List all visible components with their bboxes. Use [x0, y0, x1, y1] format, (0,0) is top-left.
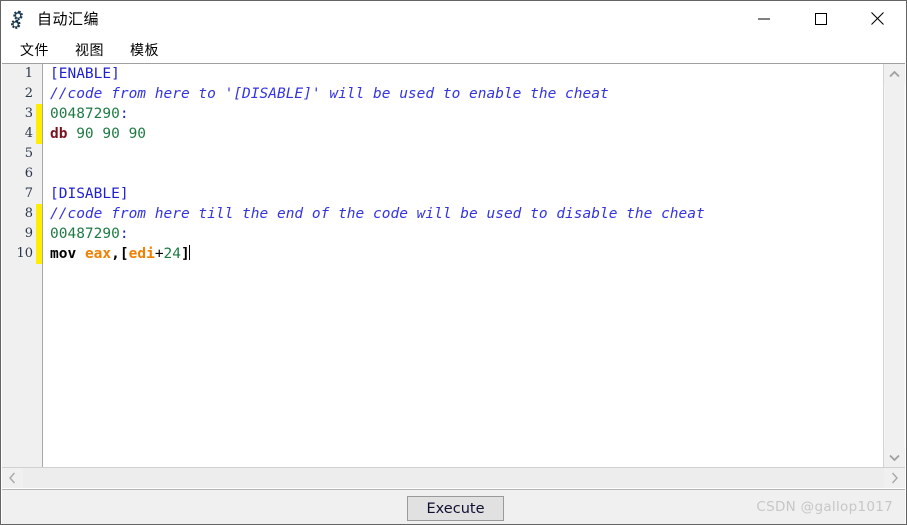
close-button[interactable]: [849, 1, 906, 36]
auto-assemble-window: 自动汇编 文件 视图 模板 1 2 3 4 5 6 7 8 9 10 [ENAB…: [0, 0, 907, 525]
line-number: 6: [24, 166, 33, 181]
cheat-engine-logo-icon: [9, 9, 29, 29]
code-line[interactable]: [50, 164, 883, 184]
code-token-colon: :: [119, 226, 129, 242]
gutter-line: 3: [2, 104, 42, 124]
minimize-icon: [757, 18, 770, 19]
code-token-num: 24: [163, 246, 182, 262]
editor-body[interactable]: 1 2 3 4 5 6 7 8 9 10 [ENABLE] //code from here to …: [2, 64, 883, 467]
gutter-line: 1: [2, 64, 42, 84]
line-number: 2: [24, 86, 33, 101]
line-modified-marker: [36, 84, 42, 104]
line-number-gutter: 1 2 3 4 5 6 7 8 9 10: [2, 64, 43, 467]
line-modified-marker: [36, 224, 42, 244]
code-line[interactable]: [ENABLE]: [50, 64, 883, 84]
gutter-line: 7: [2, 184, 42, 204]
line-number: 1: [24, 66, 33, 81]
execute-button[interactable]: Execute: [407, 496, 504, 521]
code-token-mnemonic: mov: [50, 246, 77, 262]
menu-file[interactable]: 文件: [11, 37, 58, 63]
code-token-section: [DISABLE]: [50, 186, 129, 202]
bottom-bar: Execute CSDN @gallop1017: [2, 489, 905, 524]
code-line[interactable]: //code from here till the end of the cod…: [50, 204, 883, 224]
gutter-line: 4: [2, 124, 42, 144]
line-modified-marker: [36, 244, 42, 264]
code-token-address: 00487290: [50, 226, 120, 242]
code-token-plain: +: [154, 246, 164, 262]
script-editor: 1 2 3 4 5 6 7 8 9 10 [ENABLE] //code from here to …: [2, 63, 905, 467]
code-line[interactable]: //code from here to '[DISABLE]' will be …: [50, 84, 883, 104]
code-token-reg: eax: [84, 246, 112, 262]
vertical-scroll-thumb[interactable]: [885, 84, 904, 464]
line-modified-marker: [36, 184, 42, 204]
code-line[interactable]: 00487290:: [50, 104, 883, 124]
code-line[interactable]: 00487290:: [50, 224, 883, 244]
chevron-down-icon: [889, 454, 900, 461]
code-line[interactable]: [DISABLE]: [50, 184, 883, 204]
window-controls: [735, 1, 906, 36]
maximize-button[interactable]: [792, 1, 849, 36]
code-token-reg: edi: [128, 246, 155, 262]
line-modified-marker: [36, 144, 42, 164]
code-token-address: 00487290: [50, 106, 120, 122]
line-modified-marker: [36, 124, 42, 144]
title-bar: 自动汇编: [1, 1, 906, 36]
watermark-text: CSDN @gallop1017: [756, 499, 893, 515]
code-token-section: [ENABLE]: [50, 66, 120, 82]
code-token-colon: :: [119, 106, 129, 122]
scroll-left-button[interactable]: [2, 468, 23, 488]
line-modified-marker: [36, 164, 42, 184]
line-modified-marker: [36, 104, 42, 124]
line-number: 10: [16, 246, 33, 261]
vertical-scroll-track[interactable]: [884, 84, 905, 464]
window-title: 自动汇编: [37, 10, 100, 28]
code-token-punct: ,: [111, 246, 120, 262]
code-line[interactable]: db 90 90 90: [50, 124, 883, 144]
gutter-line: 5: [2, 144, 42, 164]
line-modified-marker: [36, 204, 42, 224]
minimize-button[interactable]: [735, 1, 792, 36]
scroll-up-button[interactable]: [884, 64, 905, 84]
close-icon: [871, 12, 884, 25]
line-number: 7: [24, 186, 33, 201]
vertical-scrollbar[interactable]: [883, 64, 905, 467]
gutter-line: 8: [2, 204, 42, 224]
text-caret: [188, 245, 190, 260]
scroll-right-button[interactable]: [884, 468, 905, 488]
chevron-up-icon: [889, 70, 900, 77]
code-line[interactable]: mov eax,[edi+24]: [50, 244, 883, 264]
line-number: 5: [24, 146, 33, 161]
chevron-right-icon: [891, 472, 898, 484]
menu-template[interactable]: 模板: [121, 37, 168, 63]
maximize-icon: [814, 12, 827, 25]
gutter-line: 6: [2, 164, 42, 184]
menu-view[interactable]: 视图: [66, 37, 113, 63]
line-number: 8: [24, 206, 33, 221]
code-token-comment: //code from here till the end of the cod…: [50, 206, 705, 222]
line-number: 3: [24, 106, 33, 121]
gutter-line: 9: [2, 224, 42, 244]
scroll-down-button[interactable]: [884, 447, 905, 467]
code-line[interactable]: [50, 144, 883, 164]
horizontal-scrollbar[interactable]: [2, 467, 905, 488]
code-text-area[interactable]: [ENABLE] //code from here to '[DISABLE]' …: [43, 64, 883, 467]
line-number: 4: [24, 126, 33, 141]
horizontal-scroll-track[interactable]: [23, 468, 884, 488]
code-token-comment: //code from here to '[DISABLE]' will be …: [50, 86, 609, 102]
code-token-db: db: [50, 126, 68, 142]
chevron-left-icon: [9, 472, 16, 484]
gutter-line: 10: [2, 244, 42, 264]
gutter-line: 2: [2, 84, 42, 104]
menu-bar: 文件 视图 模板: [1, 36, 906, 63]
line-modified-marker: [36, 64, 42, 84]
code-token-punct: [: [119, 246, 129, 262]
code-token-num: 90 90 90: [76, 126, 147, 142]
line-number: 9: [24, 226, 33, 241]
